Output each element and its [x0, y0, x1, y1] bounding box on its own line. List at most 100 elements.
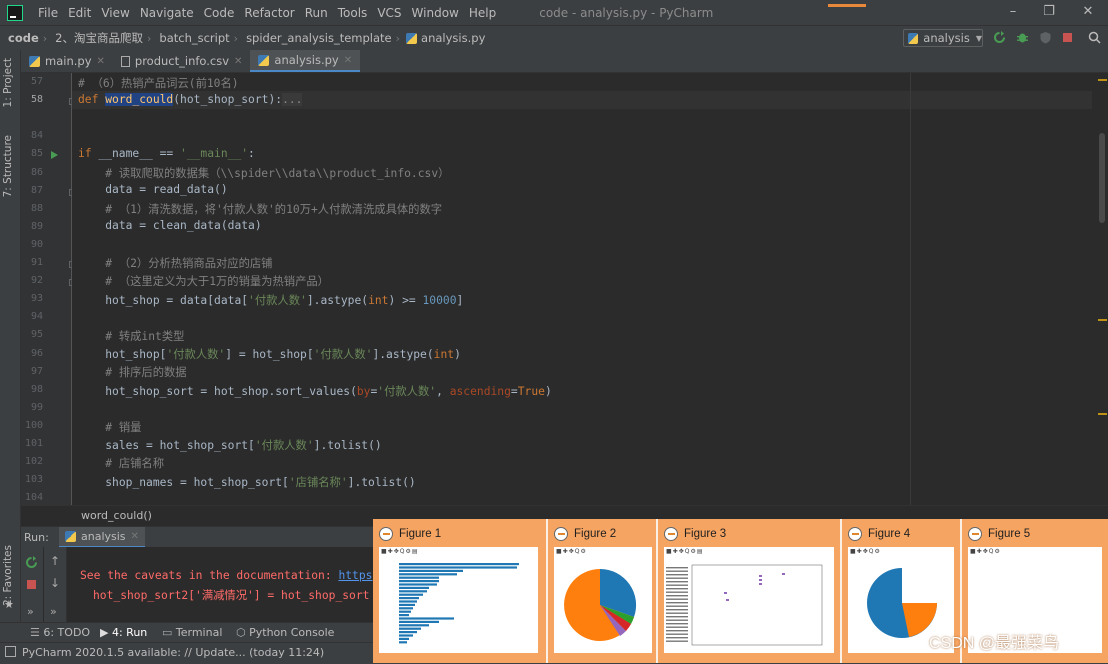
more-icon[interactable]: »: [27, 605, 34, 618]
tab-main-py[interactable]: main.py ✕: [21, 50, 113, 72]
function-breadcrumb[interactable]: word_could(): [81, 509, 152, 522]
menu-navigate[interactable]: Navigate: [135, 6, 199, 20]
tab-analysis-py[interactable]: analysis.py ✕: [250, 50, 361, 72]
menu-window[interactable]: Window: [407, 6, 464, 20]
crumb-folder[interactable]: 2、淘宝商品爬取: [47, 30, 143, 46]
matplotlib-icon: [664, 527, 678, 541]
line-number: 102: [24, 456, 43, 468]
structure-tool-tab[interactable]: 7: Structure: [2, 135, 14, 197]
run-gutter-icon[interactable]: [51, 151, 58, 159]
code-line-105: shop_names = hot_shop_sort['店铺名称'].tolis…: [105, 476, 416, 489]
bar-chart-thumbnail: [399, 563, 519, 644]
tab-product-info-csv[interactable]: product_info.csv ✕: [113, 50, 251, 72]
close-icon[interactable]: ✕: [1081, 5, 1095, 19]
scatter-point: [782, 573, 785, 575]
restore-icon[interactable]: ❐: [1042, 5, 1056, 19]
line-number: 97: [30, 365, 43, 377]
status-message[interactable]: PyCharm 2020.1.5 available: // Update...…: [22, 646, 324, 659]
menu-tools[interactable]: Tools: [333, 6, 373, 20]
tick-label-mark: [666, 577, 688, 579]
code-line-99: # 排序后的数据: [105, 366, 187, 379]
debug-bug-icon[interactable]: [1016, 31, 1029, 44]
close-icon[interactable]: ✕: [97, 56, 105, 67]
menu-code[interactable]: Code: [199, 6, 240, 20]
taskbar-figure-previews: Figure 1 ■✚✥Q⚙▤ Figure 2 ■✚✥Q⚙ Figure 3: [373, 519, 1108, 663]
line-number: 86: [30, 166, 43, 178]
warning-marker[interactable]: [1098, 79, 1107, 81]
line-gutter: 57 58 84 85 86 87 88 89 90 91 92 93 94 95 96 97 98 99 100 1…: [21, 73, 76, 540]
figure-3-preview[interactable]: Figure 3 ■✚✥Q⚙▤: [658, 519, 840, 663]
tick-label-mark: [666, 626, 688, 628]
run-config-label: analysis: [923, 31, 970, 45]
line-number: 85: [30, 148, 43, 160]
more-icon[interactable]: »: [50, 605, 57, 618]
play-icon: ▶: [100, 626, 112, 639]
crumb-project[interactable]: code: [0, 31, 39, 45]
minimize-icon[interactable]: –: [1006, 5, 1020, 19]
pycharm-logo-icon: [7, 4, 23, 21]
terminal-tab[interactable]: ▭ Terminal: [162, 626, 222, 639]
figure-2-preview[interactable]: Figure 2 ■✚✥Q⚙: [548, 519, 656, 663]
run-tab-analysis[interactable]: analysis ✕: [59, 527, 145, 548]
code-line-104: # 店铺名称: [105, 457, 165, 470]
menu-file[interactable]: File: [33, 6, 63, 20]
python-file-icon: [908, 32, 919, 44]
documentation-link[interactable]: https: [338, 569, 372, 582]
editor-scrollbar[interactable]: [1097, 73, 1107, 505]
bar-mark: [399, 614, 409, 617]
chevron-down-icon: ▼: [975, 33, 982, 43]
crumb-batch-script[interactable]: batch_script: [151, 31, 229, 45]
crumb-template[interactable]: spider_analysis_template: [238, 31, 392, 45]
close-icon[interactable]: ✕: [131, 531, 139, 542]
rerun-icon[interactable]: [993, 31, 1006, 44]
todo-tab[interactable]: ☰ 6: TODO: [30, 626, 90, 639]
menu-view[interactable]: View: [96, 6, 134, 20]
python-console-tab[interactable]: ⬡ Python Console: [236, 626, 334, 639]
star-icon: ★: [4, 598, 14, 611]
crumb-file[interactable]: analysis.py: [419, 31, 485, 45]
line-number: 91: [30, 257, 43, 268]
tick-label-mark: [666, 623, 688, 625]
python-file-icon: [258, 54, 270, 66]
run-tool-tab[interactable]: ▶ 4: Run: [100, 626, 147, 639]
project-tool-tab[interactable]: 1: Project: [2, 58, 14, 107]
tick-label-mark: [666, 595, 688, 597]
coverage-icon[interactable]: [1039, 31, 1052, 44]
menu-refactor[interactable]: Refactor: [239, 6, 299, 20]
code-line-57: # （6）热销产品词云(前10名): [78, 77, 239, 90]
scroll-thumb[interactable]: [1099, 133, 1105, 223]
favorites-tool-tab[interactable]: 2: Favorites: [2, 545, 14, 606]
figure-1-preview[interactable]: Figure 1 ■✚✥Q⚙▤: [373, 519, 546, 663]
run-config-select[interactable]: analysis ▼: [903, 29, 983, 47]
warning-marker[interactable]: [1098, 413, 1107, 415]
arrow-down-icon[interactable]: ↓: [50, 576, 60, 590]
search-icon[interactable]: [1088, 31, 1101, 44]
scatter-point: [726, 599, 729, 601]
warning-marker[interactable]: [1098, 319, 1107, 321]
close-icon[interactable]: ✕: [234, 56, 242, 67]
bar-mark: [399, 597, 419, 600]
terminal-icon: ▭: [162, 626, 176, 639]
figure-title: Figure 2: [574, 528, 617, 540]
tab-label: analysis.py: [274, 53, 339, 67]
stop-icon[interactable]: [25, 578, 38, 591]
status-toggle-icon[interactable]: [5, 646, 16, 657]
bar-mark: [399, 637, 409, 640]
arrow-up-icon[interactable]: ↑: [50, 554, 60, 568]
tick-label-mark: [666, 581, 688, 583]
menu-help[interactable]: Help: [464, 6, 501, 20]
scatter-point: [724, 592, 727, 594]
menu-run[interactable]: Run: [300, 6, 333, 20]
line-number: 101: [24, 438, 43, 449]
bar-mark: [399, 563, 519, 566]
menu-vcs[interactable]: VCS: [372, 6, 406, 20]
close-icon[interactable]: ✕: [344, 55, 352, 66]
tick-label-mark: [666, 591, 688, 593]
stop-icon[interactable]: [1061, 31, 1074, 44]
code-editor[interactable]: # （6）热销产品词云(前10名) def word_could(hot_sho…: [72, 73, 1092, 505]
code-line-93: # （2）分析热销商品对应的店铺: [105, 257, 273, 270]
csv-file-icon: [120, 55, 130, 67]
rerun-icon[interactable]: [25, 556, 38, 569]
menu-edit[interactable]: Edit: [63, 6, 96, 20]
navigation-bar: code › 2、淘宝商品爬取 › batch_script › spider_…: [0, 25, 1108, 51]
